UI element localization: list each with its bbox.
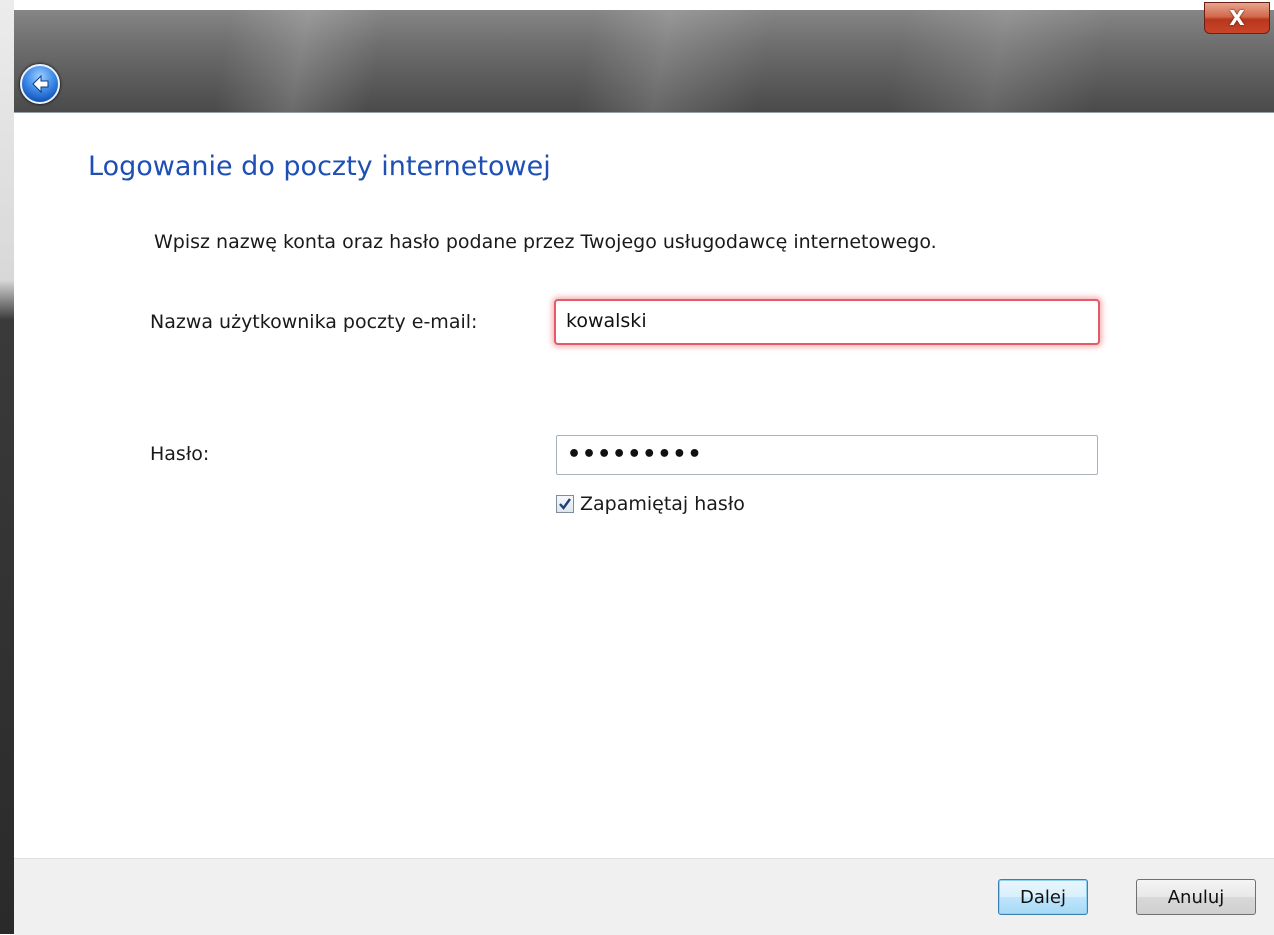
back-arrow-icon bbox=[32, 74, 49, 94]
close-button[interactable]: X bbox=[1204, 2, 1270, 34]
password-label: Hasło: bbox=[150, 443, 210, 465]
top-edge bbox=[0, 0, 1274, 10]
remember-password-row[interactable]: Zapamiętaj hasło bbox=[556, 493, 745, 515]
dialog-footer: Dalej Anuluj bbox=[14, 858, 1274, 935]
checkmark-icon bbox=[559, 498, 571, 510]
instruction-text: Wpisz nazwę konta oraz hasło podane prze… bbox=[154, 231, 937, 253]
remember-password-checkbox[interactable] bbox=[556, 495, 574, 513]
window-frame-left bbox=[0, 0, 14, 934]
username-label: Nazwa użytkownika poczty e-mail: bbox=[150, 311, 478, 333]
password-input[interactable]: ••••••••• bbox=[556, 435, 1098, 475]
back-button[interactable] bbox=[20, 64, 60, 104]
remember-password-label: Zapamiętaj hasło bbox=[580, 493, 745, 515]
close-icon: X bbox=[1229, 6, 1245, 30]
username-input[interactable]: kowalski bbox=[554, 299, 1100, 345]
title-bar bbox=[0, 0, 1274, 112]
cancel-button[interactable]: Anuluj bbox=[1136, 879, 1256, 915]
page-title: Logowanie do poczty internetowej bbox=[88, 151, 551, 182]
dialog-content: Logowanie do poczty internetowej Wpisz n… bbox=[14, 112, 1274, 859]
next-button[interactable]: Dalej bbox=[998, 879, 1088, 915]
